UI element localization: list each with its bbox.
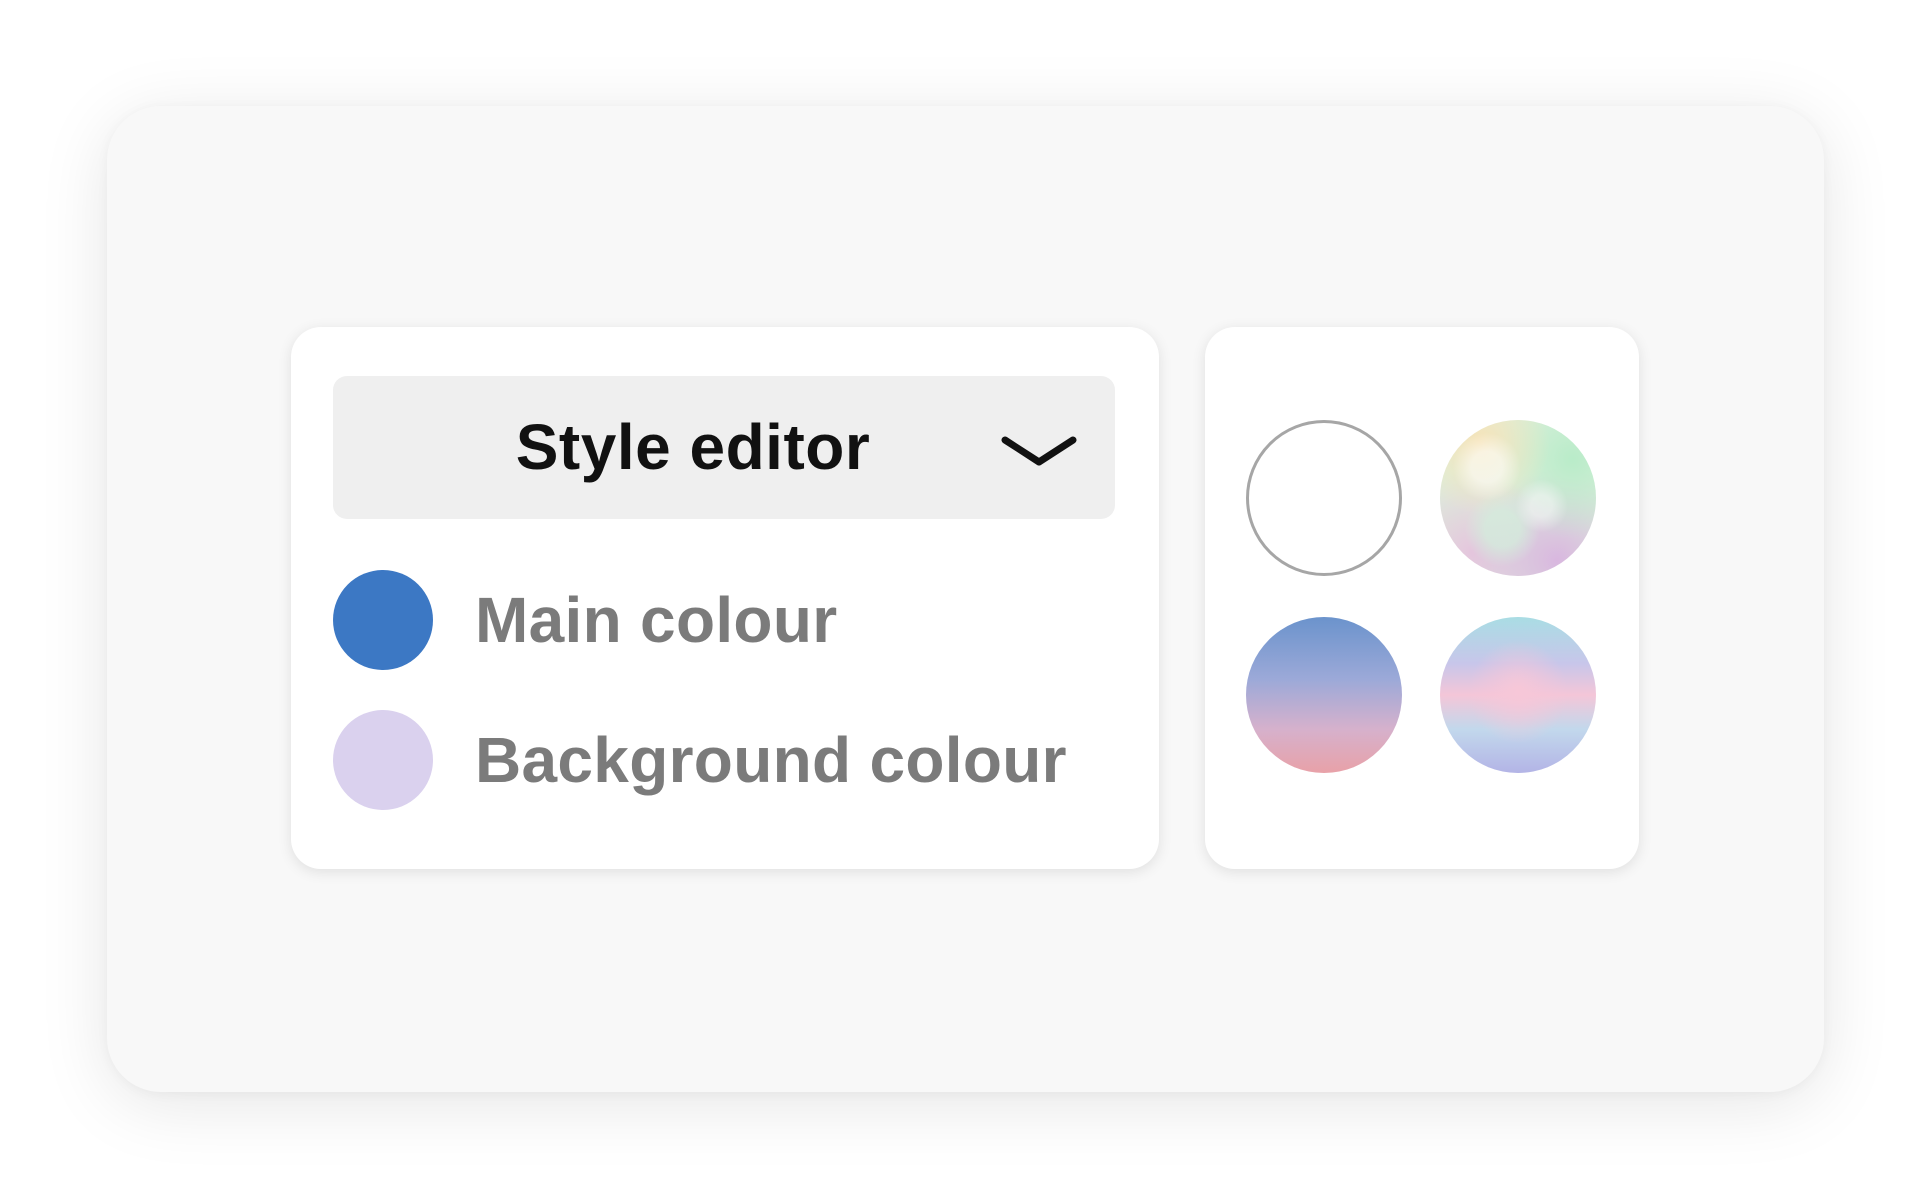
main-colour-swatch[interactable] [333,570,433,670]
background-colour-swatch[interactable] [333,710,433,810]
chevron-down-icon[interactable] [1001,434,1077,468]
main-colour-row[interactable]: Main colour [333,570,1093,670]
main-colour-label: Main colour [475,584,838,656]
background-colour-row[interactable]: Background colour [333,710,1093,810]
preset-holographic-gradient-swatch[interactable] [1440,617,1596,773]
preset-blue-pink-gradient-swatch[interactable] [1246,617,1402,773]
preset-white-swatch[interactable] [1246,420,1402,576]
background-presets-panel [1205,327,1639,869]
style-editor-dropdown-label: Style editor [515,411,871,483]
style-editor-panel: Style editor Main colour Background colo… [291,327,1159,869]
style-editor-dropdown[interactable]: Style editor [333,376,1115,519]
preset-pastel-texture-swatch[interactable] [1440,420,1596,576]
background-colour-label: Background colour [475,724,1067,796]
